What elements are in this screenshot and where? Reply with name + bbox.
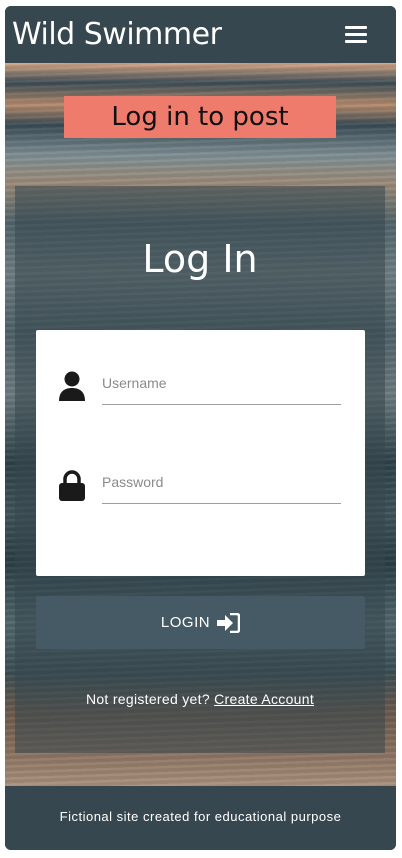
footer-text: Fictional site created for educational p… (59, 809, 342, 824)
register-prompt: Not registered yet? Create Account (15, 691, 385, 707)
login-button[interactable]: LOGIN (36, 596, 365, 649)
login-form-card (36, 330, 365, 576)
username-underline (102, 404, 341, 405)
login-required-banner: Log in to post (64, 96, 336, 138)
username-input[interactable] (102, 368, 341, 398)
hamburger-menu-icon[interactable] (345, 26, 367, 44)
page-frame: Wild Swimmer Log in to post Log In Usern… (5, 6, 396, 850)
login-button-label: LOGIN (160, 614, 211, 631)
lock-icon (59, 470, 85, 501)
password-input[interactable] (102, 467, 341, 497)
login-panel: Log In Username LOGIN Not registered yet… (15, 186, 385, 753)
hero-background: Log in to post Log In Username LOGIN Not… (5, 63, 396, 786)
create-account-link[interactable]: Create Account (214, 691, 314, 707)
sign-in-icon (217, 612, 241, 633)
password-field (36, 443, 365, 504)
navbar: Wild Swimmer (5, 6, 396, 63)
username-field (36, 344, 365, 405)
brand-logo-text[interactable]: Wild Swimmer (12, 18, 222, 52)
user-icon (59, 371, 85, 401)
footer: Fictional site created for educational p… (5, 786, 396, 850)
register-prompt-text: Not registered yet? (85, 691, 210, 707)
login-title: Log In (142, 237, 258, 281)
password-underline (102, 503, 341, 504)
